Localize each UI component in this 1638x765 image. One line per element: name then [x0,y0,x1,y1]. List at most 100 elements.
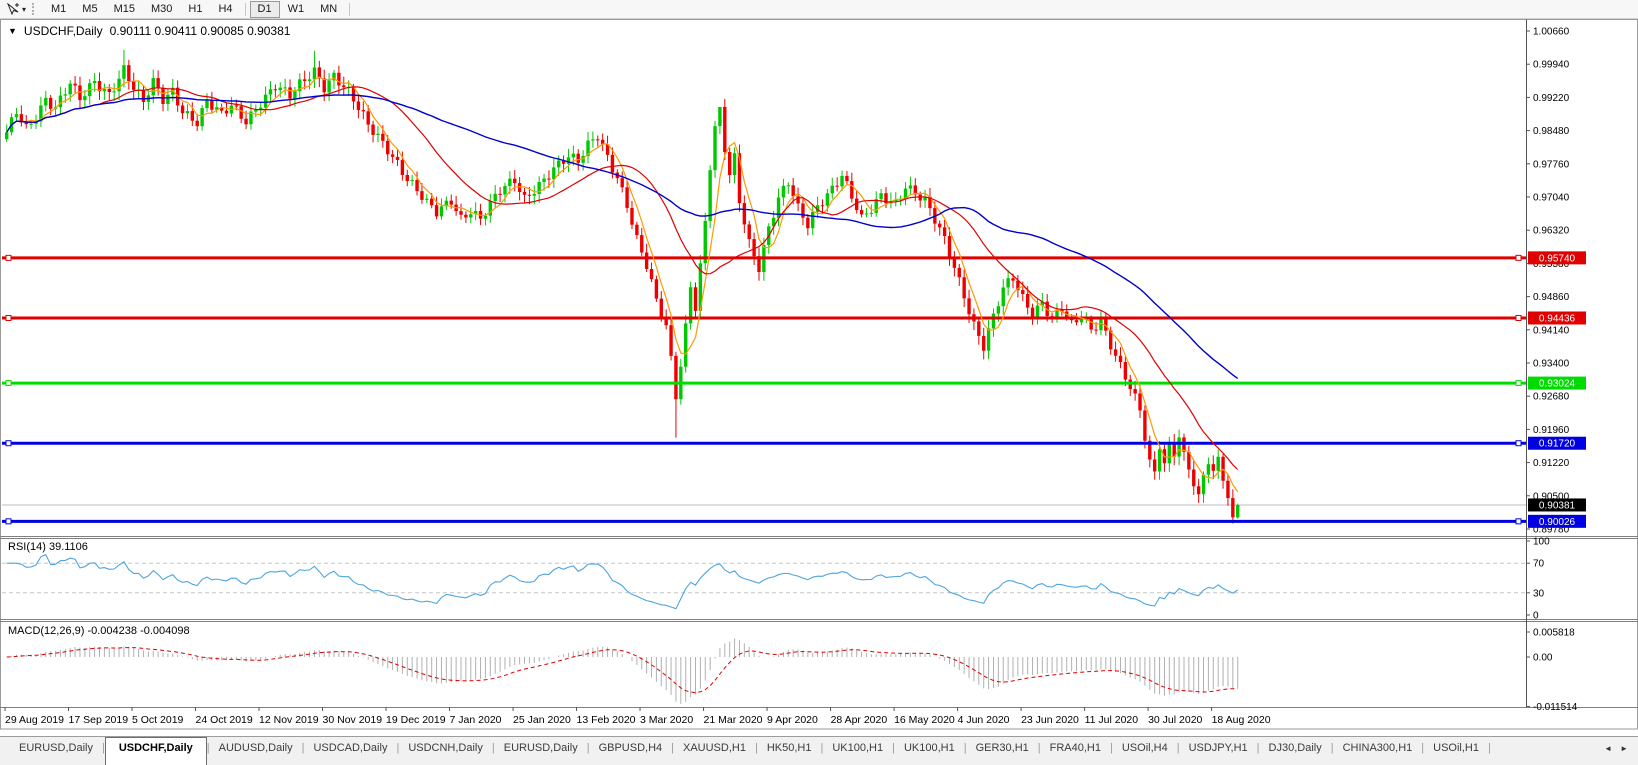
date-axis-label: 19 Dec 2019 [386,714,446,726]
tab-scroll-right-icon[interactable]: ► [1620,744,1628,753]
level-price-badge-text: 0.95740 [1539,253,1576,264]
window-menu-icon[interactable]: ▼ [8,27,17,36]
level-line-handle[interactable] [1516,315,1521,320]
candle-body [254,110,257,112]
timeframe-button-h1[interactable]: H1 [180,1,210,18]
symbol-tab-usdcnh-daily[interactable]: USDCNH,Daily [399,737,492,765]
date-axis-label: 18 Aug 2020 [1212,714,1271,726]
timeframe-button-m1[interactable]: M1 [43,1,74,18]
symbol-tab-audusd-daily[interactable]: AUDUSD,Daily [210,737,302,765]
timeframe-button-m15[interactable]: M15 [106,1,143,18]
level-line-handle[interactable] [6,381,11,386]
level-line-handle[interactable] [1516,519,1521,524]
symbol-tab-usoil-h4[interactable]: USOil,H4 [1113,737,1177,765]
candle-body [108,89,111,92]
tab-scroll-left-icon[interactable]: ◄ [1604,744,1612,753]
symbol-tab-eurusd-daily[interactable]: EURUSD,Daily [10,737,102,765]
chart-window: 1.006600.999400.992200.984800.977600.970… [0,18,1638,736]
price-axis-label: 0.96320 [1533,226,1570,237]
candle-body [435,205,438,216]
candle-body [186,111,189,113]
candle-body [1138,393,1141,410]
timeframe-button-m5[interactable]: M5 [74,1,105,18]
candle-body [69,84,72,95]
price-axis-label: 0.94140 [1533,325,1570,336]
candle-body [386,141,389,155]
candle-body [205,101,208,109]
symbol-tab-usoil-h1[interactable]: USOil,H1 [1424,737,1488,765]
candle-body [112,91,115,92]
candle-body [1226,481,1229,498]
symbol-tab-usdjpy-h1[interactable]: USDJPY,H1 [1180,737,1257,765]
candle-body [958,268,961,277]
symbol-tab-usdcad-daily[interactable]: USDCAD,Daily [304,737,396,765]
candle-body [1094,330,1097,331]
symbol-tab-uk100-h1[interactable]: UK100,H1 [895,737,964,765]
timeframe-button-d1[interactable]: D1 [250,1,280,18]
date-axis-label: 25 Jan 2020 [513,714,571,726]
candle-body [870,213,873,214]
candle-body [572,154,575,158]
symbol-tab-dj30-daily[interactable]: DJ30,Daily [1260,737,1331,765]
moving-average-line-5 [7,77,1238,492]
candle-body [15,114,18,117]
level-line-handle[interactable] [1516,441,1521,446]
date-axis-label: 16 May 2020 [894,714,955,726]
cursor-dropdown-caret-icon[interactable]: ▾ [22,5,26,14]
symbol-tab-eurusd-daily[interactable]: EURUSD,Daily [495,737,587,765]
price-axis-label: 0.91220 [1533,458,1570,469]
symbol-tab-usdchf-daily[interactable]: USDCHF,Daily [105,737,207,765]
date-axis-label: 28 Apr 2020 [831,714,888,726]
timeframe-button-h4[interactable]: H4 [210,1,240,18]
symbol-tab-xauusd-h1[interactable]: XAUUSD,H1 [674,737,755,765]
level-line-handle[interactable] [6,315,11,320]
symbol-tab-ger30-h1[interactable]: GER30,H1 [967,737,1038,765]
candle-body [484,216,487,219]
candle-body [381,134,384,141]
level-line-handle[interactable] [6,255,11,260]
symbol-tab-bar: EURUSD,Daily|USDCHF,Daily|AUDUSD,Daily|U… [0,736,1638,765]
candle-body [782,186,785,198]
candle-body [850,181,853,199]
candle-body [49,98,52,109]
symbol-tab-fra40-h1[interactable]: FRA40,H1 [1041,737,1110,765]
candle-body [293,91,296,98]
candle-body [181,105,184,113]
level-line-handle[interactable] [6,519,11,524]
rsi-axis-label: 70 [1533,559,1545,570]
symbol-tab-uk100-h1[interactable]: UK100,H1 [823,737,892,765]
toolbar-grip-handle[interactable] [32,3,37,15]
level-line-handle[interactable] [1516,255,1521,260]
level-line-handle[interactable] [6,441,11,446]
level-line-handle[interactable] [1516,381,1521,386]
date-axis-label: 4 Jun 2020 [958,714,1010,726]
candle-body [1192,470,1195,487]
date-axis-label: 30 Nov 2019 [323,714,383,726]
candle-body [1153,459,1156,471]
candle-body [450,201,453,205]
candle-body [469,214,472,217]
date-axis-label: 3 Mar 2020 [640,714,693,726]
timeframe-button-m30[interactable]: M30 [143,1,180,18]
candle-body [464,215,467,218]
candle-body [806,218,809,229]
candle-body [1202,475,1205,495]
candle-body [660,299,663,318]
symbol-tab-gbpusd-h4[interactable]: GBPUSD,H4 [590,737,672,765]
candle-body [244,119,247,125]
toolbar-separator [349,3,350,16]
symbol-tab-china300-h1[interactable]: CHINA300,H1 [1334,737,1422,765]
candle-body [733,153,736,175]
price-axis-label: 0.98480 [1533,126,1570,137]
chart-cursor-icon[interactable] [4,2,22,16]
symbol-tab-hk50-h1[interactable]: HK50,H1 [758,737,821,765]
candle-body [59,96,62,108]
candle-body [694,287,697,311]
candle-body [1207,464,1210,475]
current-price-badge-text: 0.90381 [1539,500,1576,511]
price-axis-label: 0.99220 [1533,93,1570,104]
timeframe-button-mn[interactable]: MN [312,1,345,18]
timeframe-button-w1[interactable]: W1 [280,1,313,18]
price-axis-label: 0.97040 [1533,192,1570,203]
candle-body [669,325,672,356]
